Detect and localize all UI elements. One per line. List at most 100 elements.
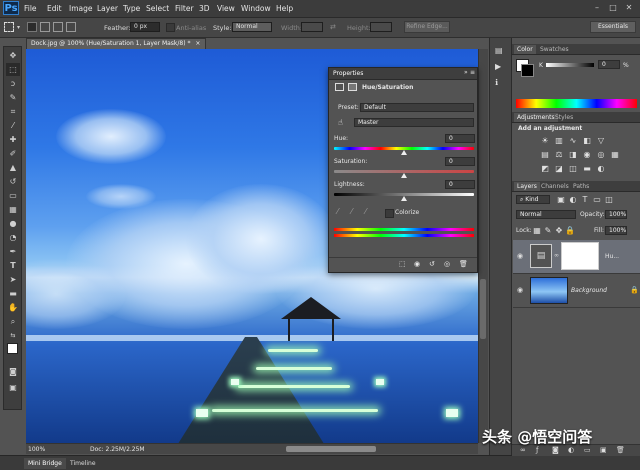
eyedropper-tool-icon[interactable]: ⁄	[6, 119, 20, 132]
layer-mask-icon[interactable]	[348, 83, 357, 91]
marquee-tool-icon[interactable]: ⬚	[6, 63, 20, 76]
new-adjustment-icon[interactable]: ◐	[568, 446, 574, 454]
add-mask-icon[interactable]: ◙	[552, 446, 559, 454]
feather-input[interactable]: 0 px	[130, 22, 160, 32]
background-color-swatch[interactable]	[521, 64, 534, 77]
vibrance-icon[interactable]: ▽	[596, 136, 606, 145]
style-select[interactable]: Normal	[232, 22, 272, 32]
channel-select[interactable]: Master	[354, 118, 474, 127]
menu-help[interactable]: Help	[276, 4, 293, 13]
chevron-down-icon[interactable]: ▾	[17, 24, 20, 31]
link-layers-icon[interactable]: ∞	[520, 446, 526, 454]
minimize-button[interactable]: –	[590, 2, 604, 14]
swap-colors-icon[interactable]: ⇆	[6, 329, 20, 342]
hue-saturation-icon[interactable]: ▤	[540, 150, 550, 159]
history-brush-tool-icon[interactable]: ↺	[6, 175, 20, 188]
menu-file[interactable]: File	[24, 4, 37, 13]
vertical-scrollbar[interactable]	[478, 49, 488, 443]
close-document-button[interactable]: ×	[195, 40, 200, 47]
invert-icon[interactable]: ◩	[540, 164, 550, 173]
lock-pixels-icon[interactable]: ✎	[543, 226, 553, 235]
panel-menu-icon[interactable]: ≡	[470, 69, 475, 76]
link-icon[interactable]: ∞	[554, 252, 559, 259]
close-window-button[interactable]: ✕	[622, 2, 636, 14]
actions-icon[interactable]: ▶	[495, 62, 501, 71]
levels-icon[interactable]: ▥	[554, 136, 564, 145]
path-selection-tool-icon[interactable]: ➤	[6, 273, 20, 286]
tab-paths[interactable]: Paths	[570, 182, 592, 191]
menu-edit[interactable]: Edit	[47, 4, 62, 13]
hand-tool-icon[interactable]: ✋	[6, 301, 20, 314]
add-selection-icon[interactable]	[40, 22, 50, 32]
filter-smart-object-icon[interactable]: ◫	[604, 195, 614, 204]
brightness-icon[interactable]: ☀	[540, 136, 550, 145]
layer-row-background[interactable]: ◉ Background 🔒	[513, 274, 640, 308]
subtract-selection-icon[interactable]	[53, 22, 63, 32]
fill-input[interactable]: 100%	[605, 226, 627, 235]
filter-shape-icon[interactable]: ▭	[592, 195, 602, 204]
marquee-tool-icon[interactable]	[4, 22, 14, 32]
swap-icon[interactable]: ⇄	[330, 23, 336, 31]
move-tool-icon[interactable]: ✥	[6, 49, 20, 62]
tab-color[interactable]: Color	[514, 45, 536, 54]
blur-tool-icon[interactable]: ●	[6, 217, 20, 230]
saturation-input[interactable]: 0	[445, 157, 475, 166]
hue-input[interactable]: 0	[445, 134, 475, 143]
new-layer-icon[interactable]: ▣	[600, 446, 607, 454]
layer-mask-thumbnail[interactable]	[561, 242, 599, 270]
antialias-checkbox[interactable]	[166, 23, 175, 32]
eyedropper-icon[interactable]: ⁄	[337, 207, 338, 216]
targeted-adjustment-icon[interactable]: ☝	[338, 118, 343, 127]
hue-slider-thumb[interactable]	[401, 150, 407, 155]
opacity-input[interactable]: 100%	[605, 210, 627, 219]
color-balance-icon[interactable]: ⚖	[554, 150, 564, 159]
reset-icon[interactable]: ↺	[429, 260, 435, 268]
type-tool-icon[interactable]: T	[6, 259, 20, 272]
eraser-tool-icon[interactable]: ▭	[6, 189, 20, 202]
screen-mode-icon[interactable]: ▣	[6, 381, 20, 394]
menu-view[interactable]: View	[217, 4, 235, 13]
visibility-eye-icon[interactable]: ◉	[517, 286, 523, 294]
visibility-eye-icon[interactable]: ◉	[517, 252, 523, 260]
brush-tool-icon[interactable]: ✐	[6, 147, 20, 160]
menu-image[interactable]: Image	[69, 4, 93, 13]
gradient-map-icon[interactable]: ▬	[582, 164, 592, 173]
tab-layers[interactable]: Layers	[514, 182, 540, 191]
foreground-color-swatch[interactable]	[7, 343, 18, 354]
eyedropper-plus-icon[interactable]: ⁄	[351, 207, 352, 216]
channel-mixer-icon[interactable]: ◎	[596, 150, 606, 159]
lock-all-icon[interactable]: 🔒	[565, 226, 575, 235]
tab-styles[interactable]: Styles	[552, 113, 576, 122]
menu-window[interactable]: Window	[241, 4, 271, 13]
pen-tool-icon[interactable]: ✒	[6, 245, 20, 258]
clip-to-layer-icon[interactable]: ⬚	[399, 260, 406, 268]
menu-filter[interactable]: Filter	[175, 4, 194, 13]
lightness-slider-thumb[interactable]	[401, 196, 407, 201]
visibility-eye-icon[interactable]: ◎	[444, 260, 450, 268]
adjustment-layer-icon[interactable]	[335, 83, 344, 91]
tab-swatches[interactable]: Swatches	[537, 45, 572, 54]
eyedropper-minus-icon[interactable]: ⁄	[365, 207, 366, 216]
zoom-level[interactable]: 100%	[28, 446, 45, 453]
dodge-tool-icon[interactable]: ◔	[6, 231, 20, 244]
k-input[interactable]: 0	[598, 60, 620, 69]
color-spectrum[interactable]	[516, 99, 637, 108]
menu-type[interactable]: Type	[123, 4, 140, 13]
black-white-icon[interactable]: ◨	[568, 150, 578, 159]
quick-mask-icon[interactable]: ◙	[6, 365, 20, 378]
k-slider[interactable]	[546, 63, 594, 67]
document-tab[interactable]: Dock.jpg @ 100% (Hue/Saturation 1, Layer…	[26, 38, 206, 49]
tab-mini-bridge[interactable]: Mini Bridge	[24, 458, 66, 469]
filter-type-icon[interactable]: T	[580, 195, 590, 204]
color-lookup-icon[interactable]: ▦	[610, 150, 620, 159]
curves-icon[interactable]: ∿	[568, 136, 578, 145]
refine-edge-button[interactable]: Refine Edge...	[404, 21, 450, 33]
saturation-slider-thumb[interactable]	[401, 173, 407, 178]
threshold-icon[interactable]: ◫	[568, 164, 578, 173]
exposure-icon[interactable]: ◧	[582, 136, 592, 145]
layer-filter-kind-select[interactable]: ⌕ Kind	[516, 195, 550, 204]
new-selection-icon[interactable]	[27, 22, 37, 32]
layer-name[interactable]: Background	[571, 287, 607, 294]
fx-icon[interactable]: ƒ	[536, 446, 538, 454]
shape-tool-icon[interactable]: ▬	[6, 287, 20, 300]
